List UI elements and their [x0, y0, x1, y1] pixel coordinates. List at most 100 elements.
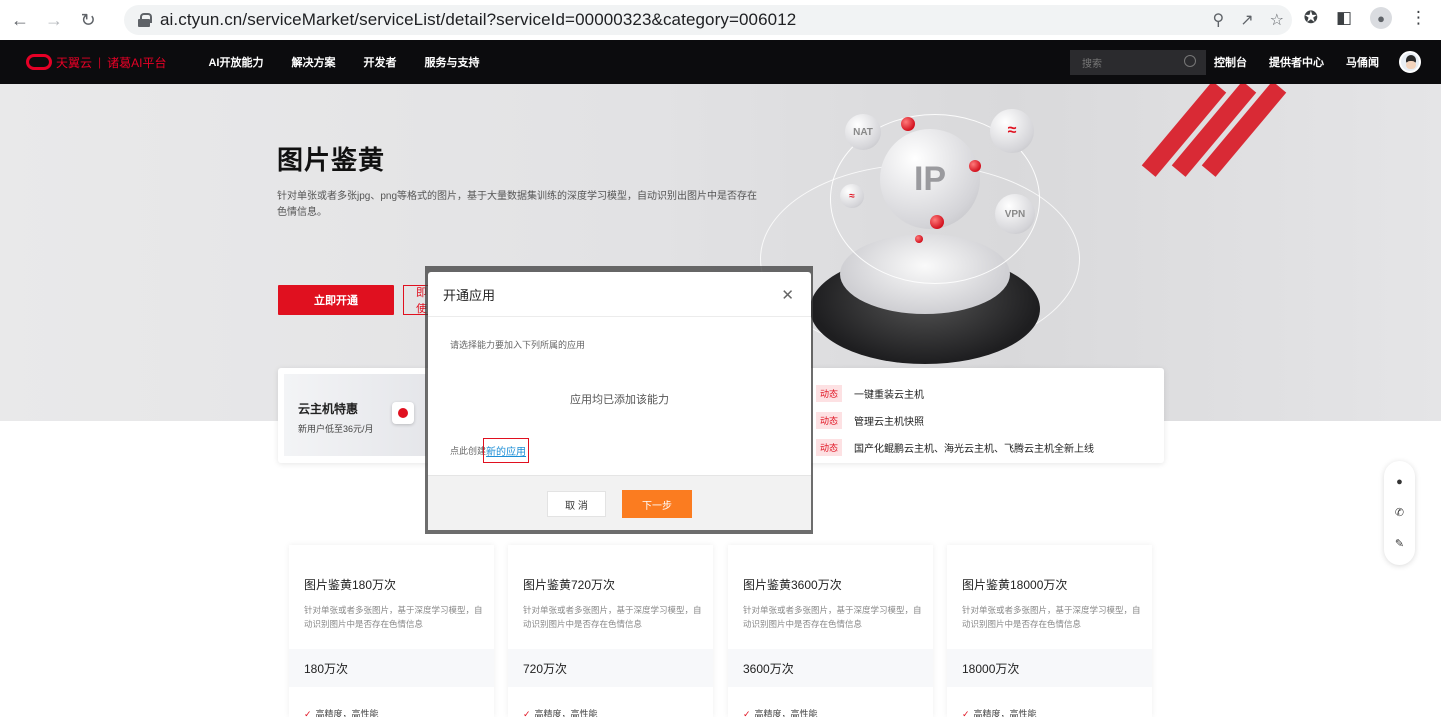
avatar[interactable]: [1399, 51, 1421, 73]
feature-text: 高精度，高性能: [315, 709, 379, 717]
feature-text: 高精度，高性能: [754, 709, 818, 717]
address-bar[interactable]: ai.ctyun.cn/serviceMarket/serviceList/de…: [124, 5, 1292, 35]
news-text: 国产化鲲鹏云主机、海光云主机、飞腾云主机全新上线: [854, 444, 1095, 455]
logo-separator: |: [98, 55, 102, 69]
zoom-icon[interactable]: ⚲: [1213, 10, 1225, 30]
menu-item-ai-capabilities[interactable]: AI开放能力: [208, 54, 263, 70]
extensions-icon[interactable]: ✪: [1304, 8, 1318, 28]
feature-text: 高精度，高性能: [973, 709, 1037, 717]
close-icon[interactable]: ✕: [781, 286, 794, 304]
decor-dot: [915, 235, 923, 243]
lock-icon: [138, 13, 152, 27]
menu-item-support[interactable]: 服务与支持: [424, 54, 479, 70]
product-card[interactable]: 图片鉴黄3600万次 针对单张或者多张图片，基于深度学习模型，自动识别图片中是否…: [728, 545, 933, 717]
page-title: 图片鉴黄: [277, 145, 386, 175]
reload-icon[interactable]: ↻: [74, 6, 102, 34]
product-quantity: 720万次: [523, 662, 568, 676]
activate-now-button[interactable]: 立即开通: [278, 285, 394, 315]
nat-label: NAT: [853, 126, 873, 138]
search-icon[interactable]: [1184, 55, 1196, 67]
check-icon: ✓: [304, 709, 312, 717]
menu-item-developers[interactable]: 开发者: [363, 54, 396, 70]
check-icon: ✓: [523, 709, 531, 717]
promo-card-title: 云主机特惠: [298, 402, 359, 416]
product-list: 图片鉴黄180万次 针对单张或者多张图片，基于深度学习模型，自动识别图片中是否存…: [289, 545, 1153, 717]
news-item[interactable]: 动态 国产化鲲鹏云主机、海光云主机、飞腾云主机全新上线: [816, 434, 1094, 461]
wifi-small-icon: ≈: [840, 184, 864, 208]
vpn-bubble: VPN: [995, 194, 1035, 234]
menu-kebab-icon[interactable]: ⋮: [1410, 8, 1427, 28]
create-app-row: 点此创建 新的应用: [450, 438, 530, 463]
cancel-button[interactable]: 取 消: [547, 491, 606, 517]
product-feature: ✓ 高精度，高性能: [962, 707, 1037, 717]
dialog-title: 开通应用: [443, 287, 496, 303]
product-description: 针对单张或者多张图片，基于深度学习模型，自动识别图片中是否存在色情信息: [523, 605, 702, 629]
product-name: 图片鉴黄3600万次: [743, 578, 842, 592]
menu-item-solutions[interactable]: 解决方案: [291, 54, 335, 70]
product-card[interactable]: 图片鉴黄720万次 针对单张或者多张图片，基于深度学习模型，自动识别图片中是否存…: [508, 545, 713, 717]
dialog-tip: 请选择能力要加入下列所属的应用: [450, 340, 586, 350]
check-icon: ✓: [962, 709, 970, 717]
bookmark-star-icon[interactable]: ☆: [1270, 10, 1284, 30]
server-icon: [392, 402, 414, 424]
next-step-button[interactable]: 下一步: [622, 490, 692, 518]
product-card[interactable]: 图片鉴黄180万次 针对单张或者多张图片，基于深度学习模型，自动识别图片中是否存…: [289, 545, 494, 717]
product-description: 针对单张或者多张图片，基于深度学习模型，自动识别图片中是否存在色情信息: [962, 605, 1141, 629]
news-list: 动态 一键重装云主机 动态 管理云主机快照 动态 国产化鲲鹏云主机、海光云主机、…: [816, 380, 1094, 461]
hero-description: 针对单张或者多张jpg、png等格式的图片，基于大量数据集训练的深度学习模型，自…: [277, 191, 758, 218]
product-quantity: 3600万次: [743, 662, 794, 676]
logo[interactable]: 天翼云 | 诸葛AI平台: [26, 54, 166, 71]
news-text: 管理云主机快照: [854, 417, 925, 428]
share-icon[interactable]: ↗: [1240, 10, 1253, 30]
browser-toolbar: ← → ↻ ai.ctyun.cn/serviceMarket/serviceL…: [0, 0, 1441, 40]
platform-name: 诸葛AI平台: [107, 55, 167, 70]
cloud-logo-icon: [26, 54, 52, 70]
promo-card-subtitle: 新用户低至36元/月: [298, 424, 374, 434]
side-panel-icon[interactable]: ◧: [1336, 8, 1352, 28]
news-tag: 动态: [816, 385, 843, 402]
product-name: 图片鉴黄720万次: [523, 578, 616, 592]
site-top-nav: 天翼云 | 诸葛AI平台 AI开放能力 解决方案 开发者 服务与支持 搜索 控制…: [0, 40, 1441, 84]
activate-app-dialog: 开通应用 ✕ 请选择能力要加入下列所属的应用 应用均已添加该能力 点此创建 新的…: [428, 272, 811, 530]
url-text[interactable]: ai.ctyun.cn/serviceMarket/serviceList/de…: [160, 10, 796, 30]
search-placeholder: 搜索: [1082, 59, 1102, 70]
site-search-input[interactable]: 搜索: [1070, 50, 1206, 75]
product-description: 针对单张或者多张图片，基于深度学习模型，自动识别图片中是否存在色情信息: [304, 605, 483, 629]
dialog-header: 开通应用 ✕: [428, 272, 811, 317]
empty-state-text: 应用均已添加该能力: [570, 394, 669, 406]
news-item[interactable]: 动态 一键重装云主机: [816, 380, 1094, 407]
create-new-app-link[interactable]: 新的应用: [483, 438, 530, 463]
feature-text: 高精度，高性能: [534, 709, 598, 717]
vpn-label: VPN: [1004, 208, 1026, 220]
news-item[interactable]: 动态 管理云主机快照: [816, 407, 1094, 434]
news-tag: 动态: [816, 412, 843, 429]
promo-card[interactable]: 云主机特惠 新用户低至36元/月: [284, 374, 426, 456]
console-link[interactable]: 控制台: [1214, 54, 1247, 70]
decor-dot: [969, 160, 981, 172]
product-description: 针对单张或者多张图片，基于深度学习模型，自动识别图片中是否存在色情信息: [743, 605, 922, 629]
back-icon[interactable]: ←: [6, 6, 34, 34]
floating-toolbar: ● ✆ ✎: [1384, 461, 1415, 565]
decor-dot: [901, 117, 915, 131]
forward-icon[interactable]: →: [40, 6, 68, 34]
product-name: 图片鉴黄18000万次: [962, 578, 1068, 592]
nat-bubble: NAT: [845, 114, 881, 150]
chat-icon[interactable]: ●: [1396, 476, 1403, 488]
news-text: 一键重装云主机: [854, 390, 925, 401]
decor-dot: [930, 215, 944, 229]
dialog-footer: 取 消 下一步: [428, 475, 811, 530]
edit-icon[interactable]: ✎: [1395, 537, 1404, 550]
product-card[interactable]: 图片鉴黄18000万次 针对单张或者多张图片，基于深度学习模型，自动识别图片中是…: [947, 545, 1152, 717]
phone-icon[interactable]: ✆: [1395, 506, 1404, 519]
provider-center-link[interactable]: 提供者中心: [1269, 54, 1324, 70]
news-tag: 动态: [816, 439, 843, 456]
product-name: 图片鉴黄180万次: [304, 578, 397, 592]
product-feature: ✓ 高精度，高性能: [523, 707, 598, 717]
product-quantity: 180万次: [304, 662, 349, 676]
username[interactable]: 马俑闻: [1346, 54, 1379, 70]
brand-name: 天翼云: [56, 55, 93, 70]
create-prefix: 点此创建: [450, 446, 487, 456]
profile-icon[interactable]: ●: [1370, 7, 1392, 29]
product-quantity: 18000万次: [962, 662, 1020, 676]
check-icon: ✓: [743, 709, 751, 717]
